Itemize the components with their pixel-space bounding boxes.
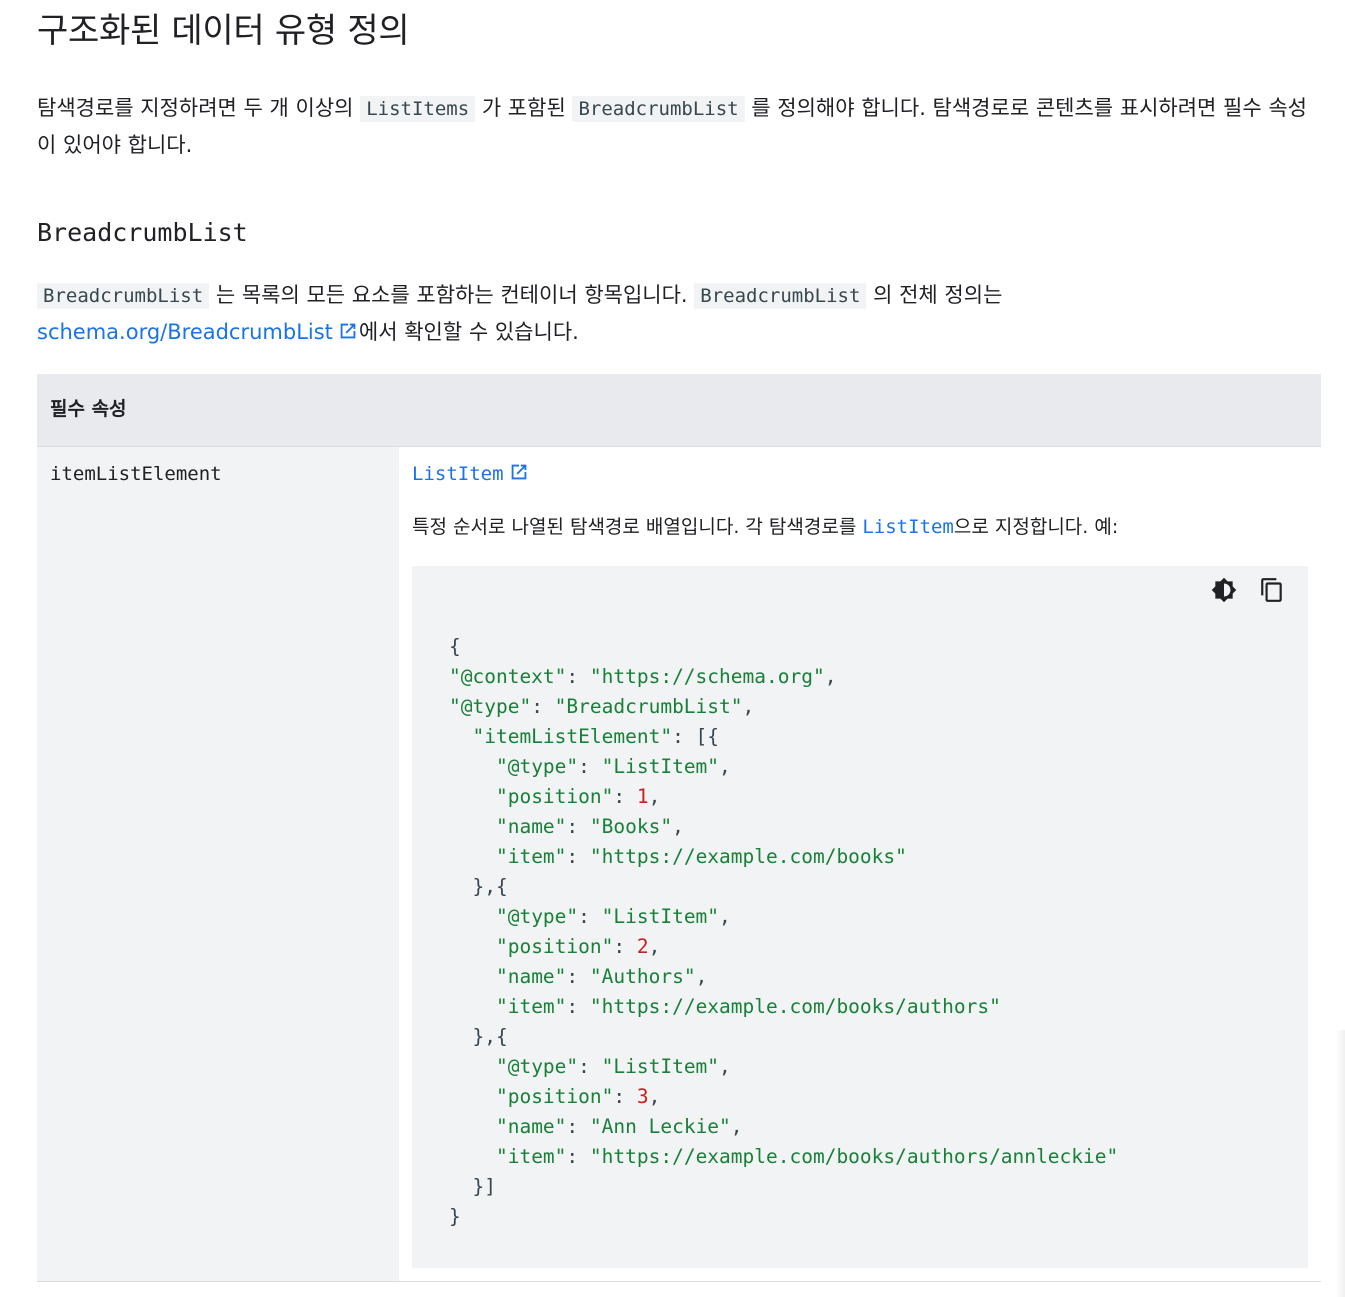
desc-text-1: 특정 순서로 나열된 탐색경로 배열입니다. 각 탐색경로를 bbox=[412, 516, 863, 538]
listitem-type-link[interactable]: ListItem bbox=[412, 459, 530, 492]
code-line: "@type": "ListItem", bbox=[495, 755, 731, 778]
property-detail-cell: ListItem 특정 순서로 나열된 탐색경로 배열입니다. 각 탐색경로를 … bbox=[399, 447, 1321, 1281]
property-name: itemListElement bbox=[50, 463, 222, 485]
section-description: BreadcrumbList 는 목록의 모든 요소를 포함하는 컨테이너 항목… bbox=[37, 277, 1321, 353]
code-line: "position": 2, bbox=[495, 935, 661, 958]
table-header: 필수 속성 bbox=[37, 374, 1321, 447]
table-header-label: 필수 속성 bbox=[50, 398, 127, 420]
code-line: "itemListElement": [{ bbox=[472, 725, 720, 748]
code-line: "@context": "https://schema.org", bbox=[449, 665, 837, 688]
schema-breadcrumblist-link[interactable]: schema.org/BreadcrumbList bbox=[37, 320, 359, 344]
code-line: "item": "https://example.com/books" bbox=[495, 845, 907, 868]
code-line: "name": "Authors", bbox=[495, 965, 708, 988]
inline-code-listitems: ListItems bbox=[360, 96, 476, 122]
code-example-block: { "@context": "https://schema.org", "@ty… bbox=[412, 566, 1308, 1268]
schema-link-text: schema.org/BreadcrumbList bbox=[37, 320, 333, 344]
code-line: "@type": "ListItem", bbox=[495, 1055, 731, 1078]
external-link-icon bbox=[337, 317, 359, 353]
desc-code-listitem[interactable]: ListItem bbox=[862, 516, 954, 538]
inline-code-breadcrumblist: BreadcrumbList bbox=[694, 283, 867, 309]
section-text-2: 의 전체 정의는 bbox=[866, 283, 1003, 307]
table-bottom-border bbox=[37, 1281, 1321, 1282]
code-line: "name": "Books", bbox=[495, 815, 684, 838]
properties-table: 필수 속성 itemListElement ListItem 특정 순서로 나열… bbox=[37, 374, 1321, 1282]
section-text-1: 는 목록의 모든 요소를 포함하는 컨테이너 항목입니다. bbox=[209, 283, 695, 307]
intro-text-1: 탐색경로를 지정하려면 두 개 이상의 bbox=[37, 96, 361, 120]
code-line: "position": 1, bbox=[495, 785, 661, 808]
section-heading: BreadcrumbList bbox=[37, 218, 248, 247]
property-name-cell: itemListElement bbox=[37, 447, 399, 1281]
code-line: "item": "https://example.com/books/autho… bbox=[495, 1145, 1119, 1168]
edge-shadow bbox=[1335, 1030, 1345, 1297]
dark-mode-toggle-icon[interactable] bbox=[1210, 576, 1238, 604]
code-toolbar bbox=[1210, 576, 1286, 604]
type-link-text: ListItem bbox=[412, 463, 504, 485]
code-line: { bbox=[449, 635, 461, 658]
code-line: "@type": "BreadcrumbList", bbox=[449, 695, 755, 718]
code-line: "@type": "ListItem", bbox=[495, 905, 731, 928]
intro-paragraph: 탐색경로를 지정하려면 두 개 이상의 ListItems 가 포함된 Brea… bbox=[37, 90, 1321, 163]
code-line: }] bbox=[449, 1175, 496, 1198]
external-link-icon bbox=[508, 461, 530, 492]
json-ld-code: { "@context": "https://schema.org", "@ty… bbox=[449, 632, 1118, 1232]
code-line: },{ bbox=[449, 875, 508, 898]
copy-icon[interactable] bbox=[1258, 576, 1286, 604]
code-line: "name": "Ann Leckie", bbox=[495, 1115, 743, 1138]
property-description: 특정 순서로 나열된 탐색경로 배열입니다. 각 탐색경로를 ListItem으… bbox=[412, 512, 1118, 542]
code-line: },{ bbox=[449, 1025, 508, 1048]
section-text-3: 에서 확인할 수 있습니다. bbox=[358, 320, 579, 344]
desc-text-2: 으로 지정합니다. 예: bbox=[953, 516, 1119, 538]
inline-code-breadcrumblist: BreadcrumbList bbox=[572, 96, 745, 122]
inline-code-breadcrumblist: BreadcrumbList bbox=[37, 283, 210, 309]
intro-text-2: 가 포함된 bbox=[475, 96, 573, 120]
code-line: } bbox=[449, 1205, 461, 1228]
code-line: "item": "https://example.com/books/autho… bbox=[495, 995, 1001, 1018]
code-line: "position": 3, bbox=[495, 1085, 661, 1108]
page-title: 구조화된 데이터 유형 정의 bbox=[37, 11, 410, 51]
